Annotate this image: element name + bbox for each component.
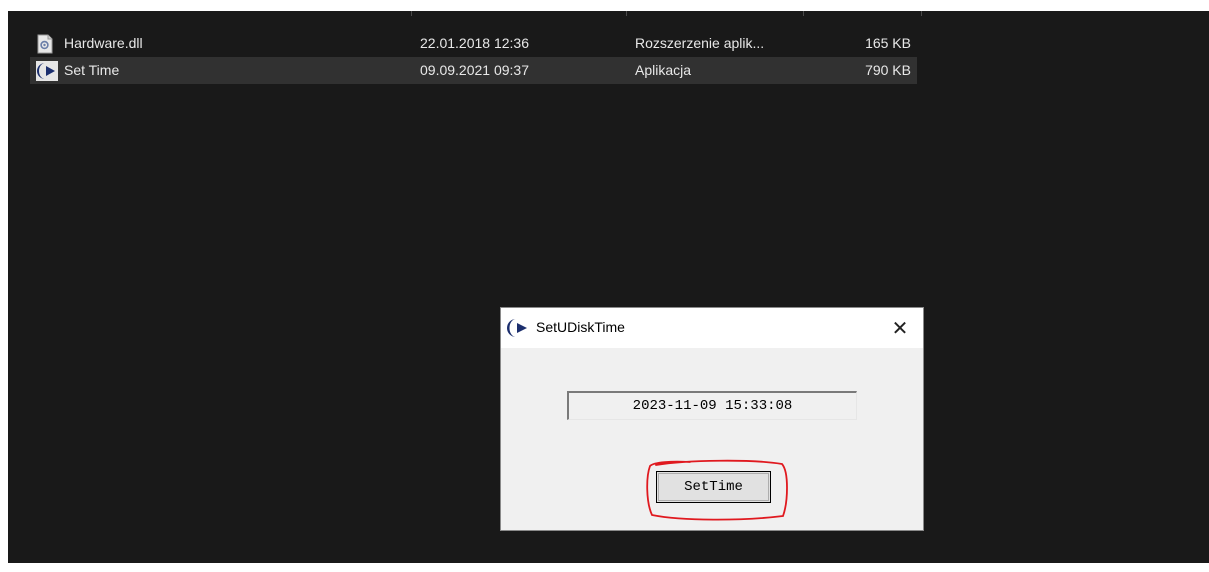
- column-separator[interactable]: [803, 11, 804, 16]
- column-separator[interactable]: [626, 11, 627, 16]
- file-row-set-time[interactable]: Set Time 09.09.2021 09:37 Aplikacja 790 …: [30, 57, 917, 84]
- set-time-button[interactable]: SetTime: [656, 471, 771, 503]
- set-time-button-label: SetTime: [684, 479, 743, 495]
- file-type: Aplikacja: [635, 62, 692, 78]
- dialog-titlebar[interactable]: SetUDiskTime ✕: [501, 308, 923, 348]
- file-modified-date: 22.01.2018 12:36: [420, 35, 529, 51]
- time-display-field: 2023-11-09 15:33:08: [567, 391, 857, 420]
- file-size: 790 KB: [865, 62, 911, 78]
- file-name: Set Time: [64, 62, 120, 78]
- file-row-hardware-dll[interactable]: Hardware.dll 22.01.2018 12:36 Rozszerzen…: [30, 30, 917, 57]
- close-button[interactable]: ✕: [877, 308, 923, 348]
- file-type: Rozszerzenie aplik...: [635, 35, 765, 51]
- dll-file-icon: [36, 34, 56, 54]
- app-icon: [507, 317, 529, 339]
- column-separator[interactable]: [411, 11, 412, 16]
- file-size: 165 KB: [865, 35, 911, 51]
- column-separator[interactable]: [921, 11, 922, 16]
- file-name: Hardware.dll: [64, 35, 143, 51]
- dialog-title: SetUDiskTime: [536, 319, 625, 335]
- close-icon: ✕: [891, 317, 909, 340]
- app-icon: [36, 61, 58, 81]
- time-value: 2023-11-09 15:33:08: [632, 398, 793, 414]
- set-udisk-time-dialog: SetUDiskTime ✕ 2023-11-09 15:33:08 SetTi…: [500, 307, 924, 531]
- file-modified-date: 09.09.2021 09:37: [420, 62, 529, 78]
